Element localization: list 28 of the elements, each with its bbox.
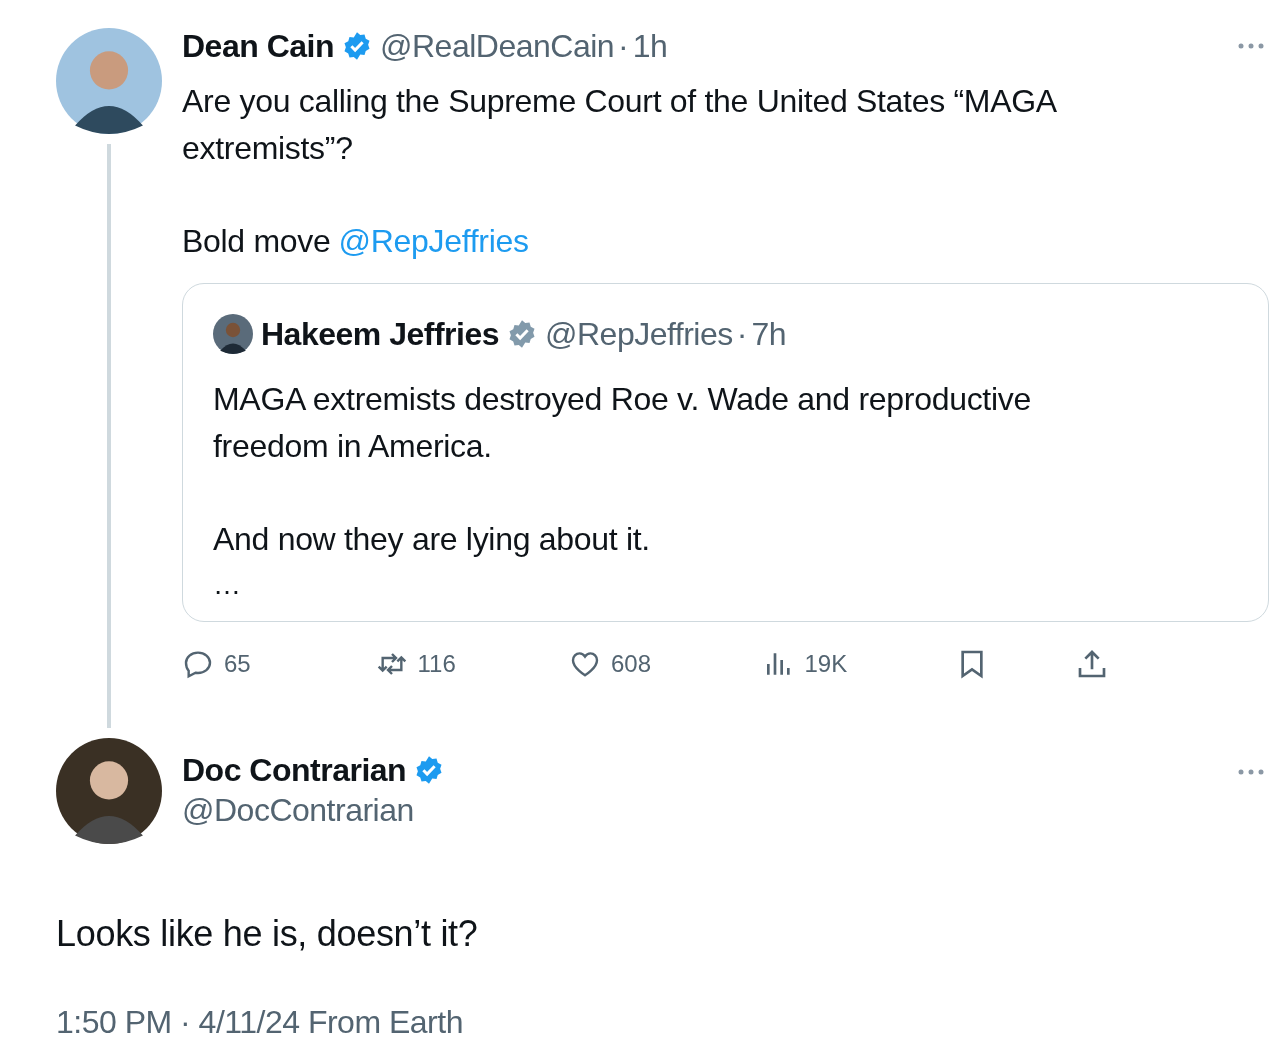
quoted-post-text: And now they are lying about it. <box>213 520 651 559</box>
separator: · <box>618 28 629 64</box>
avatar[interactable] <box>56 28 162 134</box>
avatar[interactable] <box>56 738 162 844</box>
quoted-post[interactable]: Hakeem Jeffries @RepJeffries·7h MAGA extremists destroyed Roe v. Wade and reproductive freedom in America. And now they are lying about it. … <box>182 283 1269 622</box>
reply-count: 65 <box>224 650 251 678</box>
quoted-author-handle: @RepJeffries <box>545 316 733 352</box>
more-icon[interactable] <box>1237 42 1265 50</box>
author-handle[interactable]: @DocContrarian <box>182 792 445 829</box>
separator: · <box>736 316 748 352</box>
author-name[interactable]: Doc Contrarian <box>182 752 407 788</box>
avatar <box>213 314 253 354</box>
views-count: 19K <box>804 650 848 678</box>
quoted-author-name: Hakeem Jeffries <box>261 316 499 352</box>
repost-count: 116 <box>417 650 456 678</box>
more-icon[interactable] <box>1237 768 1265 776</box>
post-text: Looks like he is, doesn’t it? <box>56 912 479 956</box>
author-name[interactable]: Dean Cain <box>182 28 334 64</box>
post-text: Bold move @RepJeffries <box>182 222 530 261</box>
like-count: 608 <box>611 650 652 678</box>
post-timestamp: 1:50 PM · 4/11/24 From Earth <box>56 1004 463 1041</box>
quoted-post-text: MAGA extremists destroyed Roe v. Wade and reproductive freedom in America. <box>213 380 1032 466</box>
truncation-ellipsis: … <box>213 568 241 602</box>
quoted-post-time: 7h <box>751 316 786 352</box>
reply-icon[interactable] <box>182 648 214 680</box>
post-time[interactable]: 1h <box>632 28 668 64</box>
author-handle[interactable]: @RealDeanCain <box>380 28 615 64</box>
post-text: Are you calling the Supreme Court of the United States “MAGA extremists”? <box>182 82 1057 168</box>
